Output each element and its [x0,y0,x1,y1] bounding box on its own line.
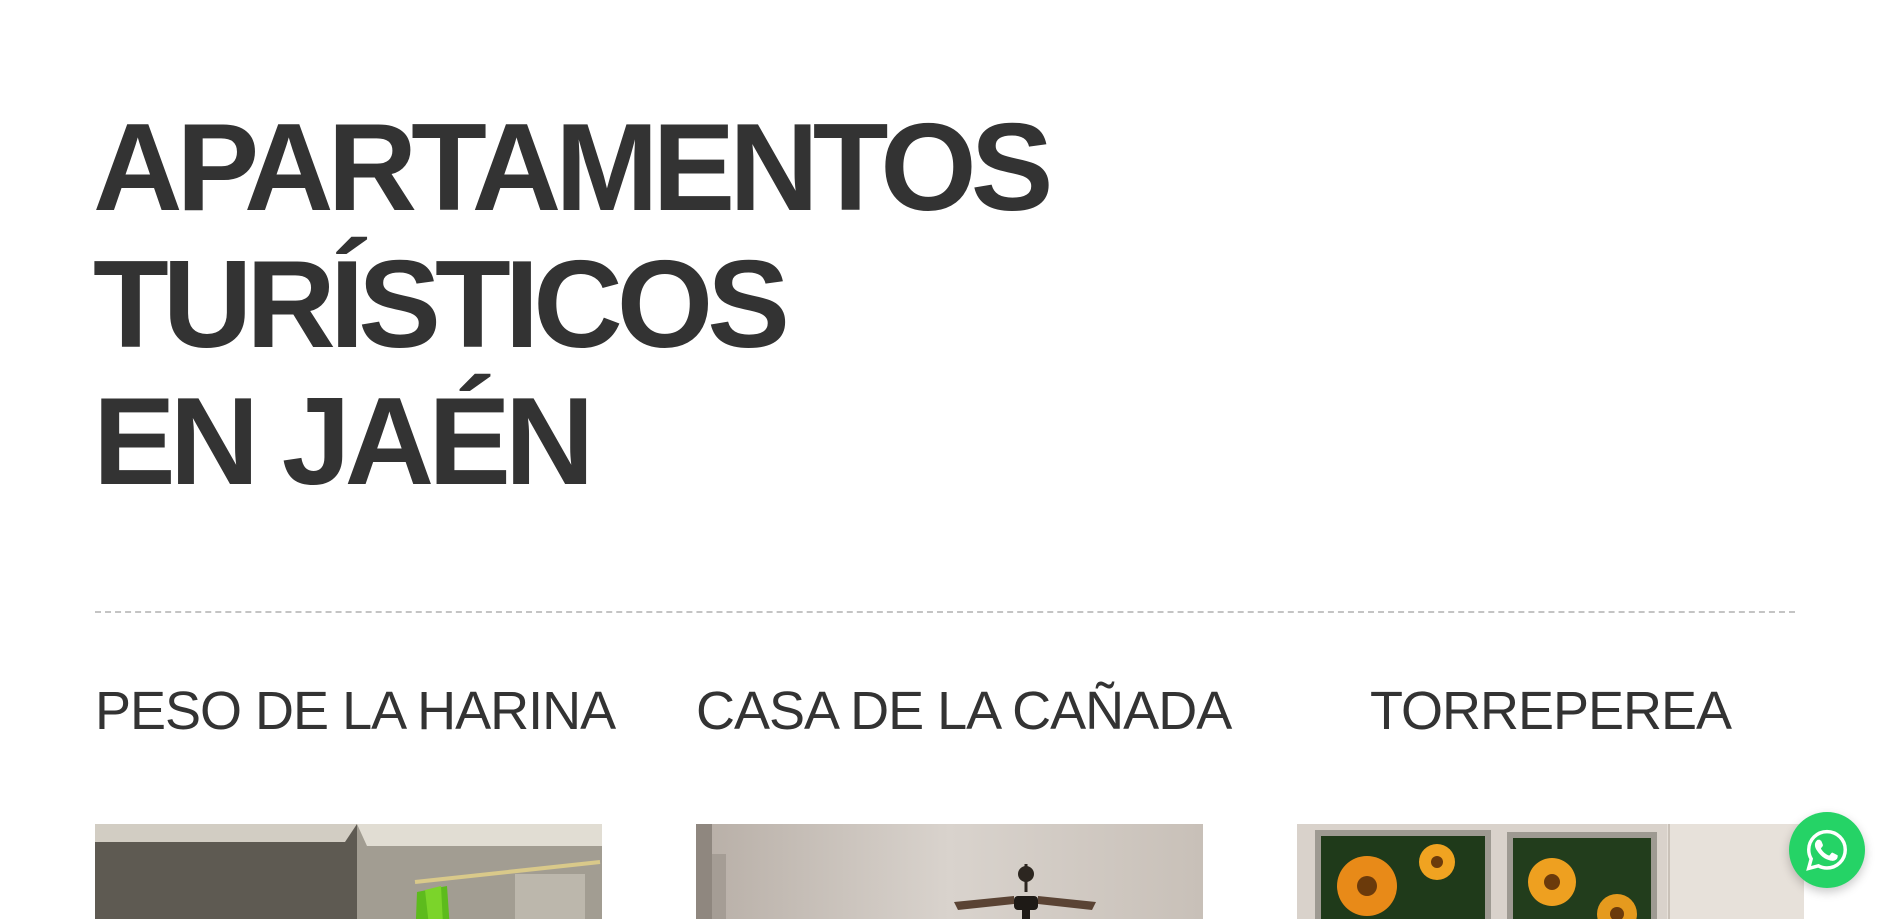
apartment-title[interactable]: CASA DE LA CAÑADA [696,670,1232,752]
bedroom-photo-icon [95,824,602,919]
apartment-card-casa-de-la-canada[interactable]: CASA DE LA CAÑADA [696,670,1232,919]
page-title-line-1: APARTAMENTOS [93,99,1053,237]
apartment-card-peso-de-la-harina[interactable]: PESO DE LA HARINA [95,670,616,919]
whatsapp-chat-button[interactable] [1789,812,1865,888]
apartment-title[interactable]: TORREPEREA [1297,670,1804,752]
section-divider [95,611,1795,613]
apartment-card-torreperea[interactable]: TORREPEREA [1297,670,1804,919]
apartment-title[interactable]: PESO DE LA HARINA [95,670,616,752]
apartment-photo-living-room[interactable] [696,824,1203,919]
whatsapp-icon [1806,829,1847,871]
page-title-line-2: TURÍSTICOS [93,236,790,374]
sunflower-paintings-photo-icon [1297,824,1804,919]
apartment-photo-paintings[interactable] [1297,824,1804,919]
page-title-line-3: EN JAÉN [93,373,594,511]
living-room-ceiling-fan-photo-icon [696,824,1203,919]
page: APARTAMENTOS TURÍSTICOS EN JAÉN PESO DE … [0,0,1898,919]
apartment-photo-bedroom[interactable] [95,824,602,919]
page-title: APARTAMENTOS TURÍSTICOS EN JAÉN [93,99,1053,511]
